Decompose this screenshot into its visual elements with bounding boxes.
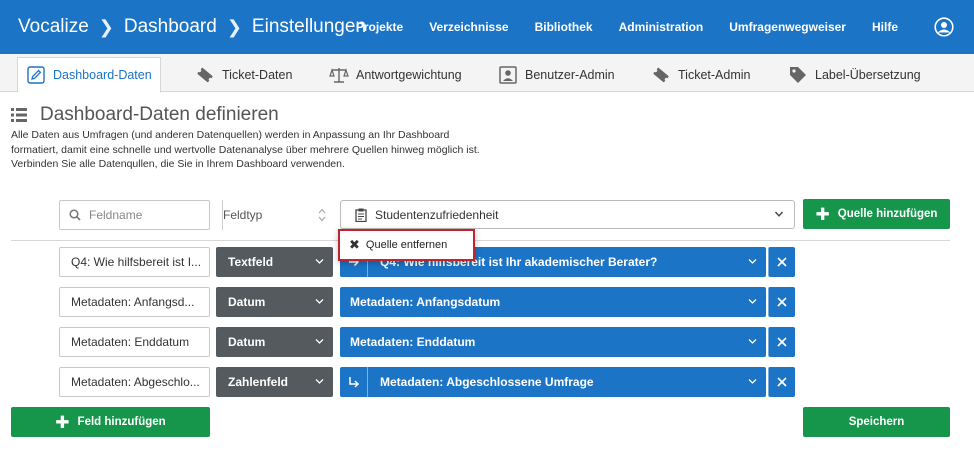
breadcrumb: Vocalize ❯ Dashboard ❯ Einstellungen: [18, 0, 366, 54]
field-name-cell[interactable]: Metadaten: Abgeschlo...: [59, 367, 210, 397]
field-type-label: Feldtyp: [223, 208, 263, 222]
nav-projekte[interactable]: Projekte: [356, 20, 403, 34]
source-select-value: Studentenzufriedenheit: [375, 207, 499, 222]
tab-label: Benutzer-Admin: [525, 67, 615, 82]
page-title: Dashboard-Daten definieren: [40, 104, 279, 125]
tab-ticket-daten[interactable]: Ticket-Daten: [195, 57, 292, 92]
breadcrumb-item-dashboard[interactable]: Dashboard: [124, 16, 217, 38]
plus-icon: ✚: [815, 204, 830, 224]
save-button[interactable]: Speichern: [803, 407, 950, 437]
tab-benutzer-admin[interactable]: Benutzer-Admin: [498, 57, 615, 92]
remove-source-popup[interactable]: ✖ Quelle entfernen: [338, 229, 475, 261]
nav-bibliothek[interactable]: Bibliothek: [535, 20, 593, 34]
top-bar: Vocalize ❯ Dashboard ❯ Einstellungen Pro…: [0, 0, 974, 54]
sort-icon: [318, 208, 326, 222]
nav-verzeichnisse[interactable]: Verzeichnisse: [429, 20, 508, 34]
tab-label-uebersetzung[interactable]: Label-Übersetzung: [788, 57, 921, 92]
field-type-select[interactable]: Datum: [216, 287, 333, 317]
nav-hilfe[interactable]: Hilfe: [872, 20, 898, 34]
tab-label: Dashboard-Daten: [53, 68, 152, 82]
field-type-sort[interactable]: Feldtyp: [222, 200, 330, 230]
tab-label: Ticket-Admin: [678, 67, 751, 82]
close-icon: [777, 297, 787, 307]
source-field-select[interactable]: Metadaten: Enddatum: [340, 327, 766, 357]
chevron-down-icon: [315, 339, 324, 344]
chevron-down-icon: [748, 339, 757, 344]
nav-administration[interactable]: Administration: [619, 20, 704, 34]
close-icon: [777, 377, 787, 387]
chevron-down-icon: [774, 211, 784, 217]
tab-label: Label-Übersetzung: [815, 67, 921, 82]
add-field-button[interactable]: ✚ Feld hinzufügen: [11, 407, 210, 437]
ticket-icon: [195, 65, 215, 85]
close-icon: [777, 337, 787, 347]
field-type-select[interactable]: Zahlenfeld: [216, 367, 333, 397]
scales-icon: [329, 65, 349, 85]
user-card-icon: [498, 65, 518, 85]
search-input[interactable]: [89, 208, 199, 222]
tab-ticket-admin[interactable]: Ticket-Admin: [651, 57, 750, 92]
tag-icon: [788, 65, 808, 85]
remove-field-button[interactable]: [768, 247, 795, 277]
chevron-right-icon: ❯: [226, 16, 242, 37]
tab-label: Antwortgewichtung: [356, 67, 462, 82]
close-icon: [777, 257, 787, 267]
field-type-select[interactable]: Datum: [216, 327, 333, 357]
divider: [11, 240, 950, 241]
remove-field-button[interactable]: [768, 287, 795, 317]
chevron-down-icon: [748, 259, 757, 264]
page-description: Alle Daten aus Umfragen (und anderen Dat…: [11, 129, 480, 170]
nav-umfragenwegweiser[interactable]: Umfragenwegweiser: [729, 20, 846, 34]
field-name-search: [59, 200, 210, 230]
chevron-down-icon: [748, 379, 757, 384]
search-icon: [69, 209, 81, 221]
clipboard-icon: [355, 208, 367, 222]
user-account-icon[interactable]: [934, 17, 954, 37]
chevron-down-icon: [315, 299, 324, 304]
top-nav: Projekte Verzeichnisse Bibliothek Admini…: [330, 0, 898, 54]
field-name-cell[interactable]: Metadaten: Enddatum: [59, 327, 210, 357]
source-field-select[interactable]: Metadaten: Anfangsdatum: [340, 287, 766, 317]
chevron-down-icon: [315, 259, 324, 264]
field-type-select[interactable]: Textfeld: [216, 247, 333, 277]
ticket-icon: [651, 65, 671, 85]
tab-antwortgewichtung[interactable]: Antwortgewichtung: [329, 57, 462, 92]
chevron-down-icon: [315, 379, 324, 384]
close-icon: ✖: [349, 237, 360, 252]
field-name-cell[interactable]: Q4: Wie hilfsbereit ist I...: [59, 247, 210, 277]
arrow-down-right-icon: [340, 367, 368, 397]
tab-label: Ticket-Daten: [222, 67, 293, 82]
settings-tabs: Dashboard-Daten Ticket-Daten Antwortgewi…: [0, 54, 974, 93]
tab-dashboard-daten[interactable]: Dashboard-Daten: [17, 57, 161, 93]
add-source-button[interactable]: ✚ Quelle hinzufügen: [803, 199, 950, 229]
field-name-cell[interactable]: Metadaten: Anfangsd...: [59, 287, 210, 317]
remove-field-button[interactable]: [768, 367, 795, 397]
source-field-select[interactable]: Metadaten: Abgeschlossene Umfrage: [340, 367, 766, 397]
remove-field-button[interactable]: [768, 327, 795, 357]
chevron-right-icon: ❯: [98, 16, 114, 37]
plus-icon: ✚: [55, 412, 70, 432]
source-select[interactable]: Studentenzufriedenheit: [340, 200, 795, 229]
breadcrumb-item-vocalize[interactable]: Vocalize: [18, 16, 89, 38]
list-icon: [11, 108, 27, 122]
pencil-icon: [26, 65, 46, 85]
chevron-down-icon: [748, 299, 757, 304]
